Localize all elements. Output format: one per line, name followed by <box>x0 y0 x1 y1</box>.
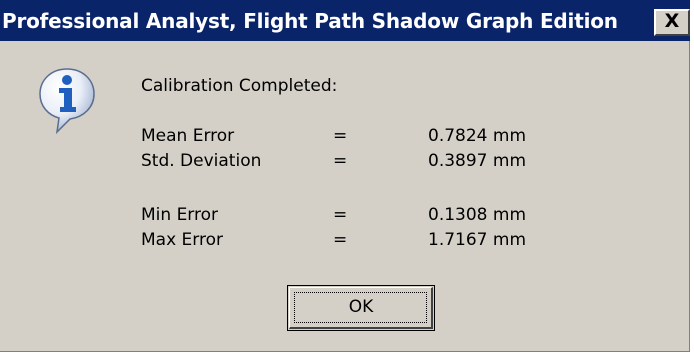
stat-equals-mean-error: = <box>333 126 348 146</box>
title-bar[interactable]: Professional Analyst, Flight Path Shadow… <box>0 0 690 41</box>
stat-value-max-error: 1.7167 mm <box>428 230 527 250</box>
message-heading: Calibration Completed: <box>141 76 338 96</box>
stat-equals-min-error: = <box>333 205 348 225</box>
stat-label-min-error: Min Error <box>141 205 219 225</box>
stat-equals-max-error: = <box>333 230 348 250</box>
ok-button-label: OK <box>348 297 374 317</box>
message-dialog: Professional Analyst, Flight Path Shadow… <box>0 0 690 352</box>
stat-label-std-deviation: Std. Deviation <box>141 151 262 171</box>
ok-button[interactable]: OK <box>287 285 435 331</box>
info-icon <box>39 68 95 135</box>
stat-value-std-deviation: 0.3897 mm <box>428 151 527 171</box>
close-icon: X <box>664 10 680 32</box>
window-title: Professional Analyst, Flight Path Shadow… <box>2 9 618 33</box>
stat-equals-std-deviation: = <box>333 151 348 171</box>
stat-label-max-error: Max Error <box>141 230 223 250</box>
close-button[interactable]: X <box>654 9 690 36</box>
stat-label-mean-error: Mean Error <box>141 126 235 146</box>
stat-value-min-error: 0.1308 mm <box>428 205 527 225</box>
stat-value-mean-error: 0.7824 mm <box>428 126 527 146</box>
